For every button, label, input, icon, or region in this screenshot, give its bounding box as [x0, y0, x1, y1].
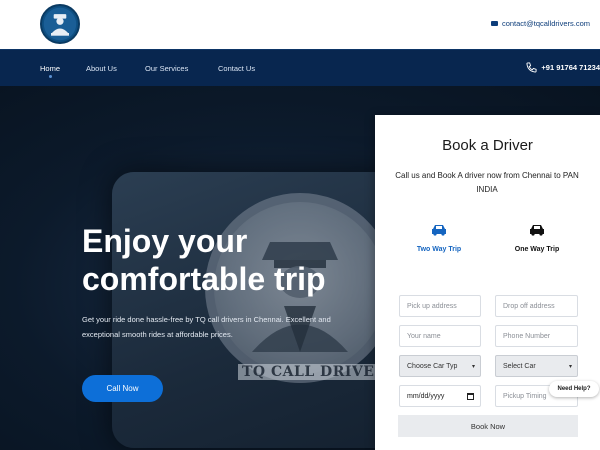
calendar-icon[interactable]	[467, 392, 474, 400]
booking-title: Book a Driver	[442, 137, 533, 154]
trip-one-way-label: One Way Trip	[514, 246, 560, 253]
car-type-select[interactable]: Choose Car Typ ▾	[399, 355, 481, 377]
phone-text: +91 91764 71234	[541, 63, 600, 72]
phone-input[interactable]: Phone Number	[495, 325, 578, 347]
car-icon	[530, 225, 544, 236]
chevron-down-icon: ▾	[471, 363, 475, 370]
pickup-date-input[interactable]: mm/dd/yyyy	[399, 385, 481, 407]
active-indicator	[49, 75, 52, 78]
driver-logo-icon	[43, 7, 77, 41]
contact-email[interactable]: contact@tqcalldrivers.com	[490, 19, 590, 28]
pickup-address-input[interactable]: Pick up address	[399, 295, 481, 317]
logo[interactable]	[40, 4, 80, 44]
nav-contact[interactable]: Contact Us	[218, 64, 255, 73]
phone-icon	[526, 62, 537, 73]
nav-phone[interactable]: +91 91764 71234	[526, 62, 600, 73]
trip-one-way[interactable]: One Way Trip	[497, 223, 577, 253]
date-value: mm/dd/yyyy	[407, 392, 445, 400]
email-text: contact@tqcalldrivers.com	[501, 19, 590, 28]
hero-title-line-2: comfortable trip	[82, 261, 326, 297]
booking-description: Call us and Book A driver now from Chenn…	[395, 171, 579, 194]
dropoff-address-input[interactable]: Drop off address	[495, 295, 578, 317]
name-input[interactable]: Your name	[399, 325, 481, 347]
top-bar: contact@tqcalldrivers.com	[0, 0, 600, 49]
call-now-button[interactable]: Call Now	[82, 375, 163, 402]
hero-title: Enjoy your comfortable trip	[82, 222, 382, 298]
hero-subtitle: Get your ride done hassle-free by TQ cal…	[82, 315, 331, 339]
trip-two-way-label: Two Way Trip	[416, 246, 462, 253]
badge-caption: TQ CALL DRIVER	[238, 364, 391, 380]
hero-title-line-1: Enjoy your	[82, 223, 248, 259]
trip-two-way[interactable]: Two Way Trip	[399, 223, 479, 253]
select-car-value: Select Car	[503, 362, 536, 370]
car-icon	[432, 225, 446, 236]
main-nav: Home About Us Our Services Contact Us +9…	[0, 49, 600, 86]
nav-home[interactable]: Home	[40, 64, 60, 73]
chevron-down-icon: ▾	[568, 363, 572, 370]
booking-panel: Book a Driver Call us and Book A driver …	[375, 115, 600, 450]
book-now-button[interactable]: Book Now	[398, 415, 578, 437]
car-type-value: Choose Car Typ	[407, 362, 458, 370]
nav-services[interactable]: Our Services	[145, 64, 188, 73]
mail-icon	[490, 21, 498, 26]
select-car-select[interactable]: Select Car ▾	[495, 355, 578, 377]
nav-about[interactable]: About Us	[86, 64, 117, 73]
need-help-chat[interactable]: Need Help?	[549, 381, 599, 397]
